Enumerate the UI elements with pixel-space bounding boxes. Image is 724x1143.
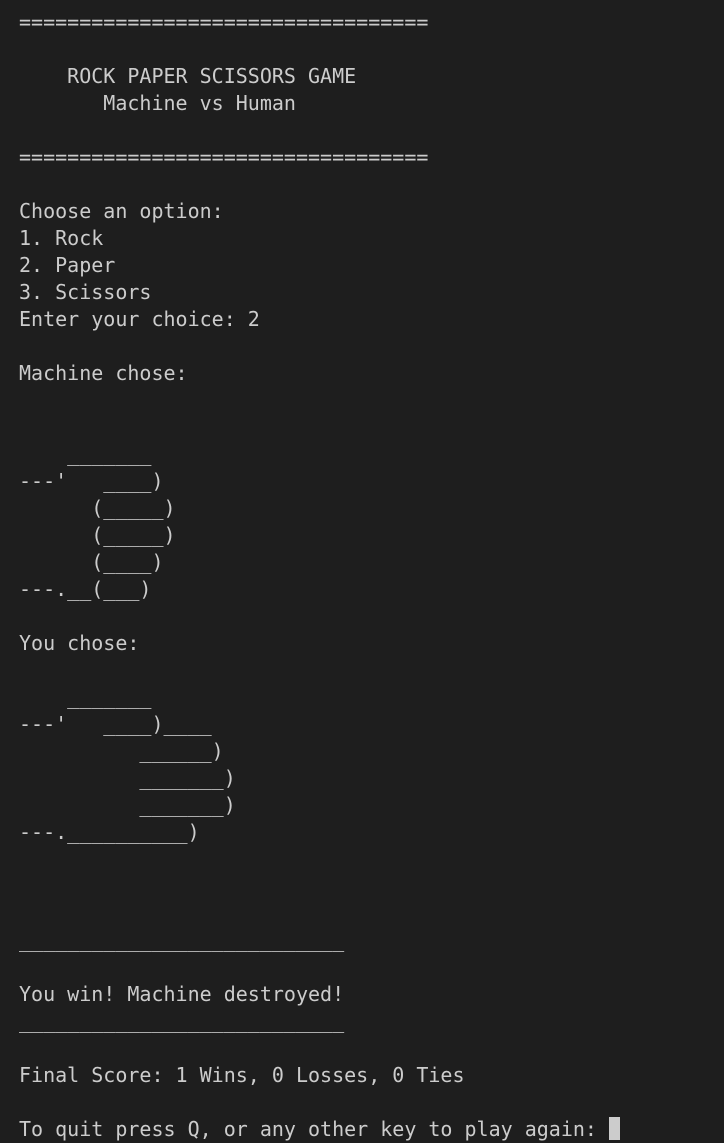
result-message: You win! Machine destroyed!: [19, 982, 345, 1006]
machine-rock-art-line: (____): [19, 550, 164, 574]
final-score: Final Score: 1 Wins, 0 Losses, 0 Ties: [19, 1063, 465, 1087]
header-rule-bottom: ==================================: [19, 145, 429, 169]
menu-option-rock: 1. Rock: [19, 226, 104, 250]
machine-rock-art-line: ---' ____): [19, 469, 164, 493]
user-paper-art-line: ---.__________): [19, 820, 200, 844]
machine-rock-art-line: ---.__(___): [19, 577, 152, 601]
user-paper-art-line: ---' ____)____: [19, 712, 212, 736]
user-paper-art-line: _______): [19, 793, 236, 817]
choice-input-line: Enter your choice: 2: [19, 307, 260, 331]
menu-option-paper: 2. Paper: [19, 253, 116, 277]
result-rule-bottom: ___________________________: [19, 1009, 345, 1033]
game-title: ROCK PAPER SCISSORS GAME: [19, 64, 357, 88]
menu-option-scissors: 3. Scissors: [19, 280, 152, 304]
menu-heading: Choose an option:: [19, 199, 224, 223]
machine-rock-art-line: (_____): [19, 523, 176, 547]
terminal-window[interactable]: ================================== ROCK …: [0, 0, 724, 1141]
machine-rock-art-line: _______: [19, 442, 152, 466]
play-again-prompt: To quit press Q, or any other key to pla…: [19, 1117, 610, 1141]
user-paper-art-line: ______): [19, 739, 224, 763]
user-choice-label: You chose:: [19, 631, 140, 655]
game-subtitle: Machine vs Human: [19, 91, 296, 115]
machine-choice-label: Machine chose:: [19, 361, 188, 385]
user-paper-art-line: _______: [19, 685, 152, 709]
prompt-line[interactable]: To quit press Q, or any other key to pla…: [19, 1116, 724, 1143]
user-paper-art-line: _______): [19, 766, 236, 790]
machine-rock-art-line: (_____): [19, 496, 176, 520]
result-rule-top: ___________________________: [19, 928, 345, 952]
text-cursor[interactable]: [609, 1117, 621, 1140]
header-rule-top: ==================================: [19, 10, 429, 34]
